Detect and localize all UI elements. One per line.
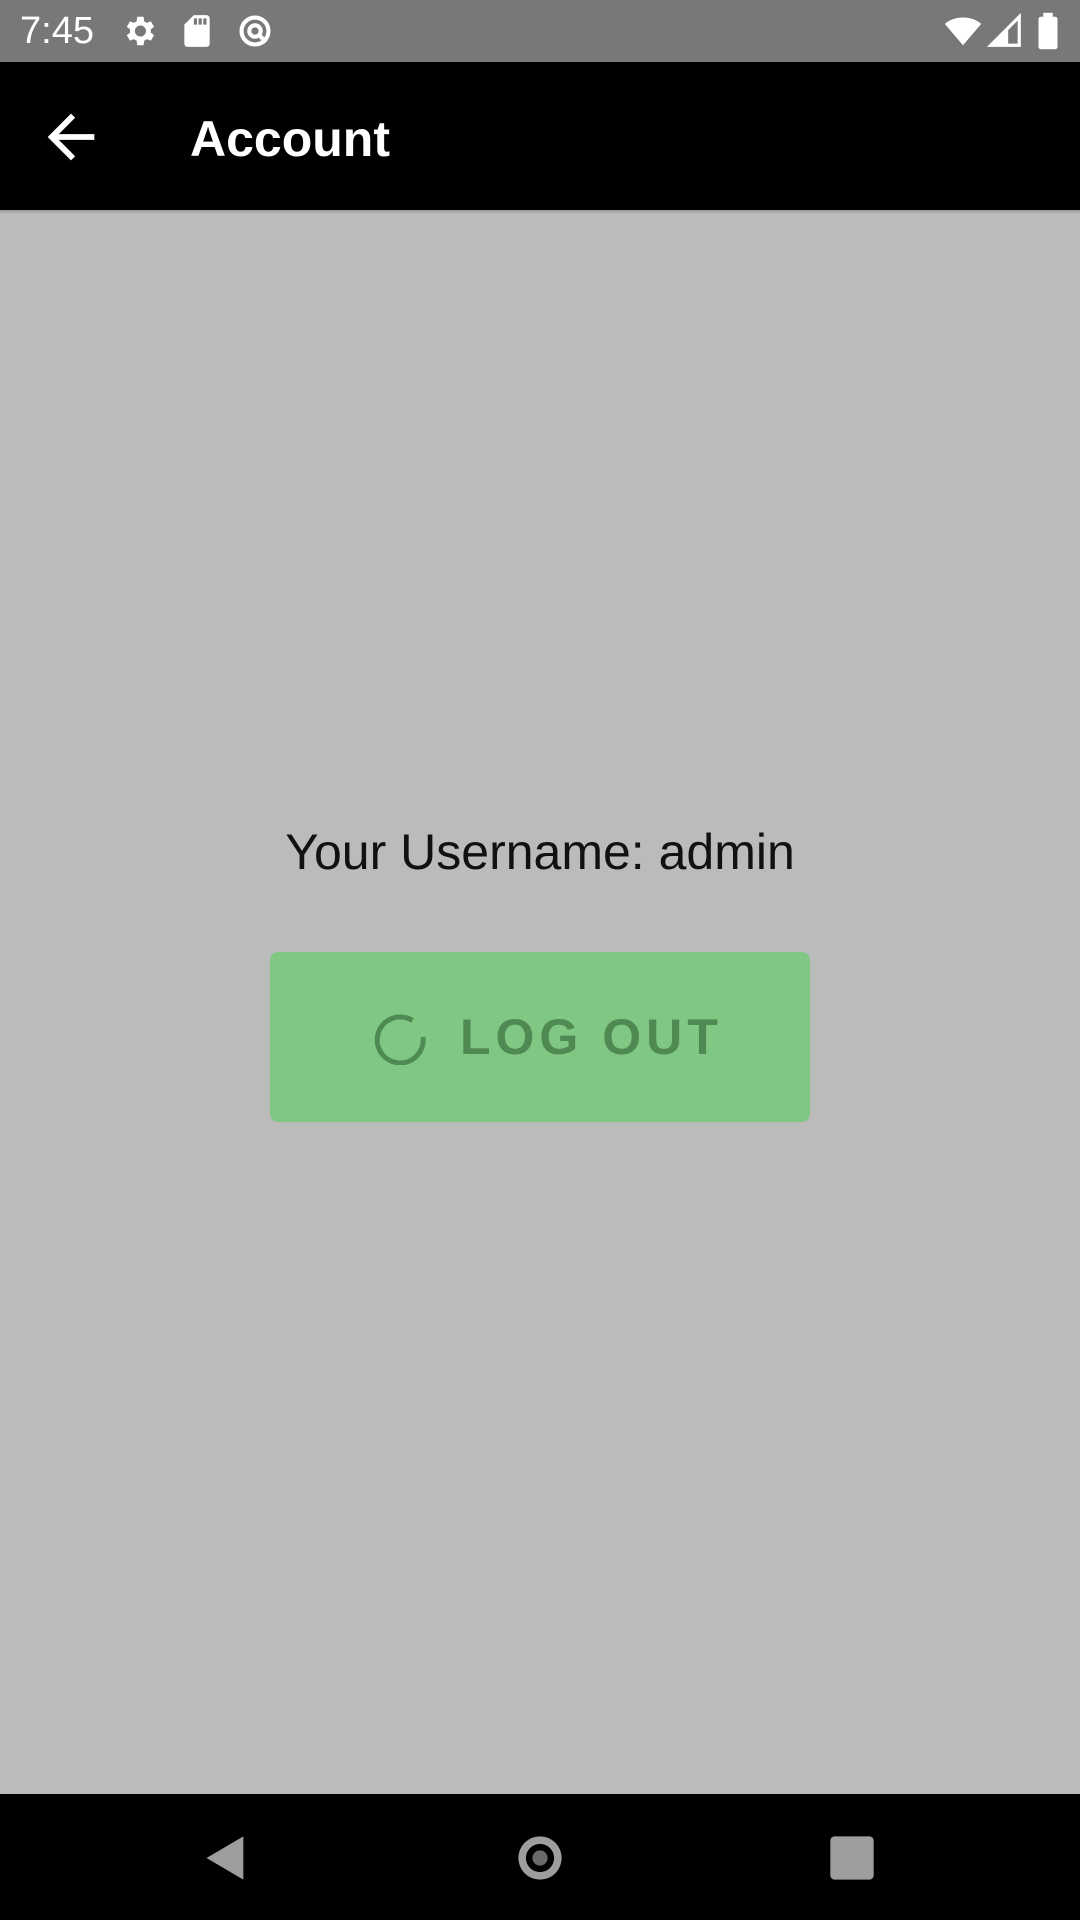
status-bar: 7:45 (0, 0, 1080, 62)
battery-icon (1034, 12, 1062, 50)
settings-gear-icon (120, 12, 158, 50)
logout-label: LOG OUT (460, 1009, 723, 1065)
nav-back-button[interactable] (200, 1832, 252, 1884)
system-nav-bar (0, 1794, 1080, 1920)
recents-square-icon (830, 1836, 874, 1880)
back-button[interactable] (36, 102, 106, 172)
wifi-icon (942, 12, 984, 50)
sd-card-icon (178, 12, 216, 50)
app-bar: Account (0, 62, 1080, 210)
home-circle-icon (518, 1836, 562, 1880)
arrow-back-icon (47, 113, 95, 161)
data-saver-icon (236, 12, 274, 50)
status-time: 7:45 (20, 10, 94, 52)
nav-recents-button[interactable] (826, 1832, 878, 1884)
account-screen: 7:45 Account Your Username: admin LOG OU… (0, 0, 1080, 1920)
back-triangle-icon (206, 1836, 244, 1880)
username-text: Your Username: admin (285, 824, 795, 880)
nav-home-button[interactable] (514, 1832, 566, 1884)
logout-button[interactable]: LOG OUT (270, 952, 810, 1122)
app-bar-shadow (0, 210, 1080, 214)
loading-spinner-icon (372, 1009, 428, 1065)
cellular-signal-icon (986, 12, 1024, 50)
page-title: Account (190, 111, 390, 167)
